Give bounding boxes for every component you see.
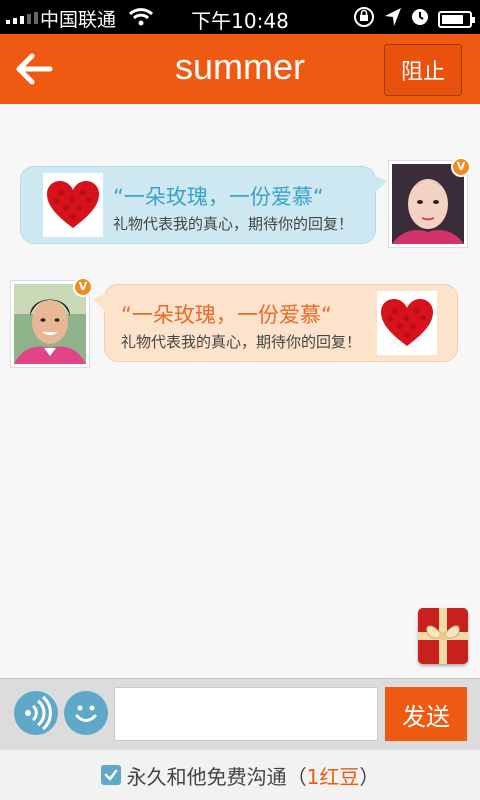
- send-button[interactable]: 发送: [385, 687, 467, 741]
- checkbox[interactable]: [100, 765, 121, 785]
- chat-area[interactable]: “一朵玫瑰，一份爱慕“ 礼物代表我的真心，期待你的回复！ V V “一朵玫瑰，一…: [0, 104, 480, 678]
- message-headline: “一朵玫瑰，一份爱慕“: [121, 303, 332, 327]
- free-chat-option[interactable]: 永久和他免费沟通（ 1红豆 ）: [0, 750, 480, 800]
- price-highlight: 1红豆: [306, 764, 360, 789]
- bubble-tail: [93, 293, 107, 313]
- heart-rose-icon: [43, 173, 103, 237]
- free-chat-text: 永久和他免费沟通（: [126, 764, 307, 789]
- avatar-self[interactable]: V: [388, 157, 471, 248]
- battery-icon: [438, 11, 475, 28]
- location-icon: [384, 7, 402, 32]
- lock-rotation-icon: [352, 6, 376, 33]
- message-input[interactable]: [114, 687, 378, 741]
- avatar-contact[interactable]: V: [10, 277, 93, 368]
- verified-badge-icon: V: [451, 157, 471, 177]
- message-bubble[interactable]: “一朵玫瑰，一份爱慕“ 礼物代表我的真心，期待你的回复！: [20, 166, 387, 244]
- verified-badge-icon: V: [73, 277, 93, 297]
- alarm-icon: [410, 7, 430, 32]
- block-button[interactable]: 阻止: [384, 44, 462, 96]
- nav-header: summer 阻止: [0, 34, 480, 104]
- heart-rose-icon: [377, 291, 437, 355]
- free-chat-suffix: ）: [359, 764, 380, 789]
- input-bar: 发送: [0, 678, 480, 750]
- message-headline: “一朵玫瑰，一份爱慕“: [113, 185, 324, 209]
- voice-icon[interactable]: [14, 691, 58, 735]
- bubble-tail: [373, 175, 387, 195]
- message-subtext: 礼物代表我的真心，期待你的回复！: [121, 333, 362, 351]
- status-bar: 中国联通 下午10:48: [0, 0, 480, 34]
- smiley-icon[interactable]: [64, 691, 108, 735]
- message-subtext: 礼物代表我的真心，期待你的回复！: [113, 215, 354, 233]
- message-bubble[interactable]: “一朵玫瑰，一份爱慕“ 礼物代表我的真心，期待你的回复！: [93, 284, 458, 362]
- gift-box-icon[interactable]: [418, 608, 468, 664]
